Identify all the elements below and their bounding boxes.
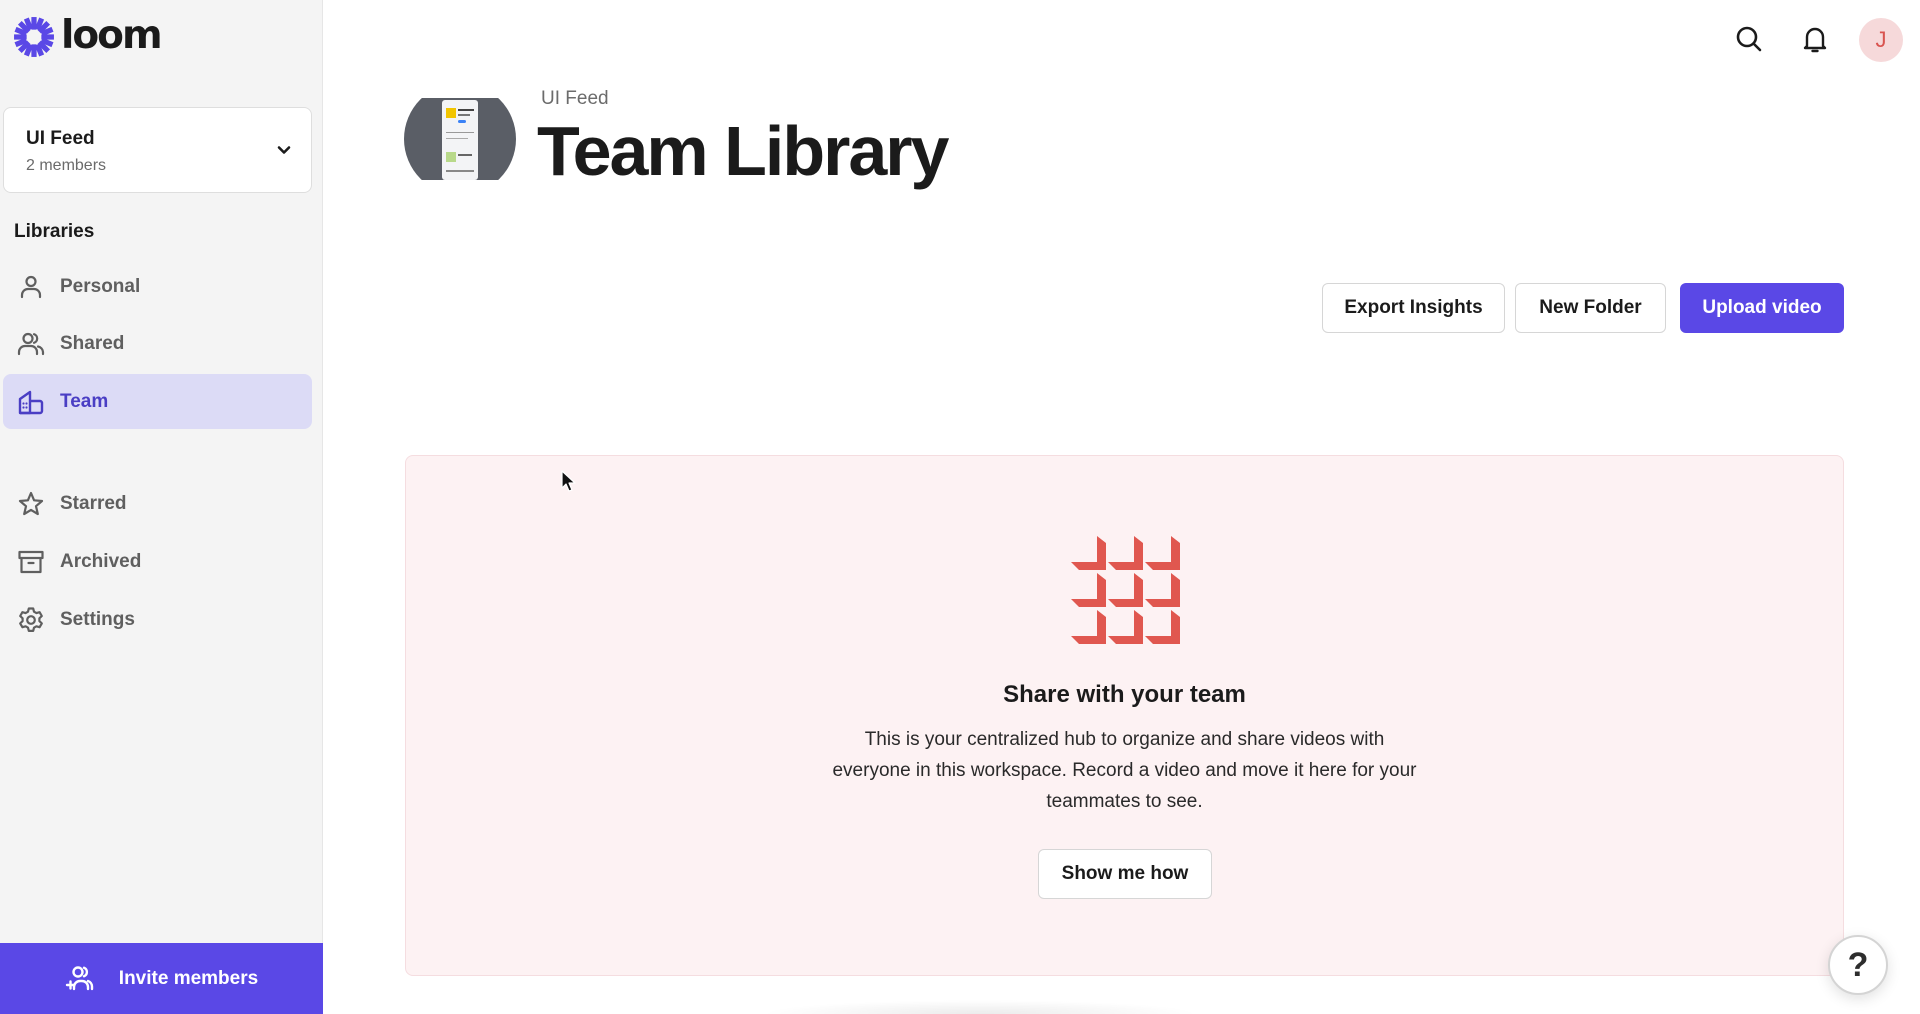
sidebar-item-settings[interactable]: Settings [3,592,312,647]
empty-state-panel: Share with your team This is your centra… [405,455,1844,976]
sidebar-item-label: Settings [60,608,135,630]
grid-chevron [1145,610,1180,644]
building-icon [16,387,46,417]
grid-chevron [1071,536,1106,570]
sidebar-item-team[interactable]: Team [3,374,312,429]
grid-chevron [1071,610,1106,644]
empty-state-description: This is your centralized hub to organize… [832,729,1417,812]
show-me-how-button[interactable]: Show me how [1038,849,1212,899]
workspace-selector[interactable]: UI Feed 2 members [3,107,312,193]
search-button[interactable] [1732,22,1766,56]
bell-icon [1803,27,1827,53]
sidebar-item-archived[interactable]: Archived [3,534,312,589]
archive-icon [16,547,46,577]
workspace-name: UI Feed [26,128,95,149]
person-icon [16,272,46,302]
page-title: Team Library [537,112,949,190]
grid-chevron [1108,610,1143,644]
new-folder-button[interactable]: New Folder [1515,283,1666,333]
sidebar: loom UI Feed 2 members Libraries Persona… [0,0,323,1014]
chevron-down-icon [277,146,291,154]
sidebar-item-label: Team [60,390,109,412]
add-people-icon [65,965,93,990]
grid-chevron [1108,573,1143,607]
workspace-members-count: 2 members [26,157,107,174]
sidebar-item-label: Archived [60,550,142,572]
grid-chevron [1108,536,1143,570]
search-icon [1736,26,1762,52]
grid-chevron [1145,573,1180,607]
grid-chevron [1071,573,1106,607]
invite-members-button[interactable]: Invite members [0,943,323,1014]
workspace-avatar [404,98,516,180]
upload-video-button[interactable]: Upload video [1680,283,1844,333]
workspace-avatar-image [442,100,478,180]
sidebar-item-starred[interactable]: Starred [3,476,312,531]
sidebar-item-personal[interactable]: Personal [3,259,312,314]
mouse-cursor-icon [561,470,576,492]
invite-members-label: Invite members [118,967,259,989]
sidebar-item-label: Starred [60,492,127,514]
team-grid-icon [1071,536,1180,644]
empty-state-title: Share with your team [1003,681,1246,708]
people-icon [16,329,46,359]
export-insights-button[interactable]: Export Insights [1322,283,1505,333]
sidebar-item-label: Personal [60,275,141,297]
grid-chevron [1145,536,1180,570]
sidebar-item-shared[interactable]: Shared [3,316,312,371]
bottom-shadow [760,1000,1200,1014]
star-icon [16,489,46,519]
breadcrumb-workspace[interactable]: UI Feed [541,88,609,110]
user-avatar[interactable]: J [1859,18,1903,62]
help-button[interactable]: ? [1828,935,1888,995]
gear-icon [16,605,46,635]
notifications-button[interactable] [1798,22,1832,56]
loom-star-icon [14,17,54,57]
sidebar-item-label: Shared [60,332,125,354]
libraries-heading: Libraries [14,221,95,242]
logo-text: loom [61,12,163,58]
loom-logo[interactable]: loom [13,12,163,58]
